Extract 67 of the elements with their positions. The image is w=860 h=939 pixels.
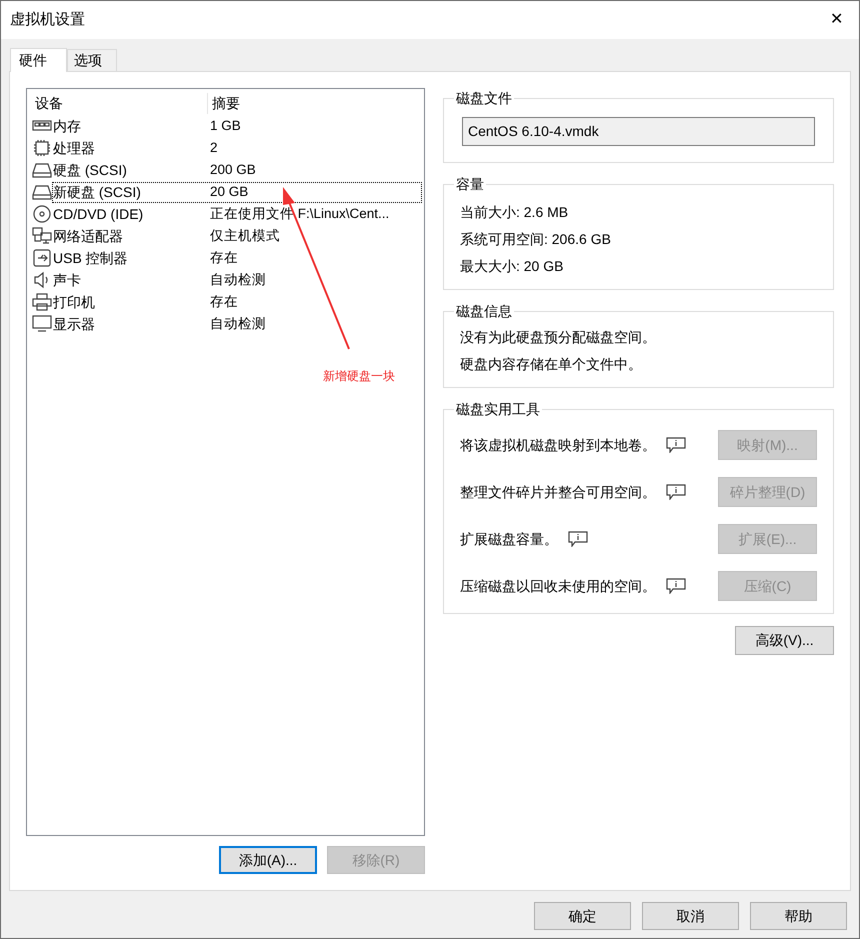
info-icon[interactable]	[666, 578, 686, 594]
device-name: CD/DVD (IDE)	[53, 204, 144, 224]
info-icon[interactable]	[666, 484, 686, 500]
tab[interactable]: 硬件	[10, 48, 67, 72]
tool-description: 扩展磁盘容量。	[460, 530, 558, 548]
window-title: 虚拟机设置	[10, 10, 85, 30]
device-name: 网络适配器	[53, 226, 124, 246]
disc-icon	[32, 205, 52, 223]
monitor-icon	[32, 315, 52, 333]
tool-description: 整理文件碎片并整合可用空间。	[460, 482, 656, 502]
list-row[interactable]: CD/DVD (IDE) 正在使用文件 F:\Linux\Cent...	[52, 204, 422, 224]
device-summary: 正在使用文件 F:\Linux\Cent...	[210, 204, 390, 223]
list-row[interactable]: 显示器 自动检测	[52, 314, 422, 334]
group-title: 磁盘文件	[454, 89, 514, 107]
device-summary: 自动检测	[210, 314, 266, 333]
device-name: 内存	[53, 116, 82, 136]
list-row[interactable]: 网络适配器 仅主机模式	[52, 226, 422, 246]
drive-icon	[32, 183, 52, 201]
group-title: 磁盘信息	[454, 302, 514, 320]
capacity-text: 最大大小: 20 GB	[460, 257, 564, 276]
device-summary: 20 GB	[210, 182, 248, 201]
tool-description: 将该虚拟机磁盘映射到本地卷。	[460, 436, 656, 454]
chip-icon	[32, 139, 52, 157]
device-name: 处理器	[53, 138, 96, 158]
tool-description: 压缩磁盘以回收未使用的空间。	[460, 576, 656, 596]
device-name: 硬盘 (SCSI)	[53, 160, 128, 180]
list-row[interactable]: USB 控制器 存在	[52, 248, 422, 268]
column-header[interactable]: 设备	[27, 92, 208, 114]
info-icon[interactable]	[666, 437, 686, 453]
device-summary: 1 GB	[210, 116, 241, 135]
list-row[interactable]: 声卡 自动检测	[52, 270, 422, 290]
annotation-text: 新增硬盘一块	[323, 368, 395, 385]
capacity-text: 系统可用空间: 206.6 GB	[460, 230, 612, 249]
close-button[interactable]: ✕	[826, 8, 847, 32]
advanced-button[interactable]: 高级(V)...	[735, 626, 834, 655]
device-name: 打印机	[53, 292, 96, 312]
usb-icon	[32, 249, 52, 267]
device-name: 显示器	[53, 314, 96, 334]
network-icon	[32, 227, 52, 245]
device-summary: 2	[210, 138, 218, 157]
device-name: 声卡	[53, 270, 82, 290]
column-header[interactable]: 摘要	[208, 92, 240, 114]
device-name: USB 控制器	[53, 248, 129, 268]
tab[interactable]: 选项	[67, 49, 117, 71]
device-name: 新硬盘 (SCSI)	[53, 182, 142, 202]
dialog-button[interactable]: 确定	[534, 902, 631, 930]
info-icon[interactable]	[568, 531, 588, 547]
list-row[interactable]: 处理器 2	[52, 138, 422, 158]
drive-icon	[32, 161, 52, 179]
dialog-button[interactable]: 帮助	[750, 902, 847, 930]
add-button[interactable]: 添加(A)...	[218, 846, 317, 874]
list-row[interactable]: 打印机 存在	[52, 292, 422, 312]
list-row[interactable]: 硬盘 (SCSI) 200 GB	[52, 160, 422, 180]
device-summary: 自动检测	[210, 270, 266, 289]
device-summary: 存在	[210, 248, 238, 267]
info-text: 硬盘内容存储在单个文件中。	[460, 355, 643, 374]
group-title: 容量	[454, 175, 486, 193]
device-summary: 存在	[210, 292, 238, 311]
capacity-text: 当前大小: 2.6 MB	[460, 203, 570, 222]
device-summary: 200 GB	[210, 160, 256, 179]
dialog-button[interactable]: 取消	[642, 902, 739, 930]
list-row[interactable]: 内存 1 GB	[52, 116, 422, 136]
group-title: 磁盘实用工具	[454, 400, 542, 418]
device-summary: 仅主机模式	[210, 226, 280, 245]
info-text: 没有为此硬盘预分配磁盘空间。	[460, 328, 657, 347]
printer-icon	[32, 293, 52, 311]
file-name-field[interactable]: CentOS 6.10-4.vmdk	[462, 117, 815, 146]
